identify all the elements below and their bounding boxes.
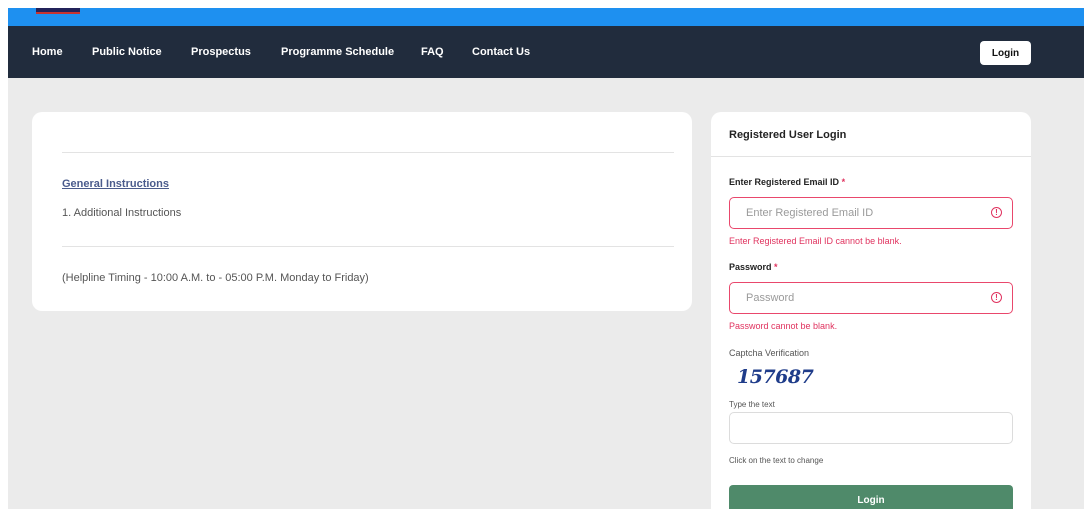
divider [62, 152, 674, 153]
captcha-label: Captcha Verification [729, 348, 810, 358]
captcha-field [729, 412, 1013, 444]
instruction-item: 1. Additional Instructions [62, 207, 182, 219]
captcha-image[interactable]: 157687 [737, 366, 814, 388]
site-logo[interactable] [36, 8, 80, 14]
email-field: ! [729, 197, 1013, 229]
login-title: Registered User Login [729, 129, 847, 141]
password-field: ! [729, 282, 1013, 314]
required-marker: * [841, 177, 846, 187]
nav-programme-schedule[interactable]: Programme Schedule [281, 46, 394, 58]
email-input[interactable] [730, 198, 980, 227]
login-submit-button[interactable]: Login [729, 485, 1013, 509]
nav-faq[interactable]: FAQ [421, 46, 444, 58]
password-label-text: Password [729, 262, 772, 272]
instructions-card: General Instructions 1. Additional Instr… [32, 112, 692, 311]
error-icon: ! [991, 292, 1002, 303]
captcha-input[interactable] [730, 413, 1012, 443]
header-login-button[interactable]: Login [980, 41, 1031, 65]
email-label-text: Enter Registered Email ID [729, 177, 840, 187]
helpline-timing: (Helpline Timing - 10:00 A.M. to - 05:00… [62, 272, 369, 284]
required-marker: * [774, 262, 778, 272]
top-navigation: Home Public Notice Prospectus Programme … [8, 26, 1084, 78]
password-error: Password cannot be blank. [729, 321, 838, 331]
nav-prospectus[interactable]: Prospectus [191, 46, 251, 58]
header-accent-bar [8, 8, 1084, 26]
password-input[interactable] [730, 283, 980, 312]
divider [62, 246, 674, 247]
login-card: Registered User Login Enter Registered E… [711, 112, 1031, 509]
error-icon: ! [991, 207, 1002, 218]
captcha-input-label: Type the text [729, 400, 775, 409]
login-card-header: Registered User Login [711, 112, 1031, 157]
email-error: Enter Registered Email ID cannot be blan… [729, 236, 902, 246]
email-label: Enter Registered Email ID * [729, 177, 845, 187]
nav-contact-us[interactable]: Contact Us [472, 46, 530, 58]
password-label: Password * [729, 262, 778, 272]
nav-public-notice[interactable]: Public Notice [92, 46, 162, 58]
general-instructions-link[interactable]: General Instructions [62, 178, 169, 190]
nav-home[interactable]: Home [32, 46, 63, 58]
captcha-hint: Click on the text to change [729, 456, 824, 465]
